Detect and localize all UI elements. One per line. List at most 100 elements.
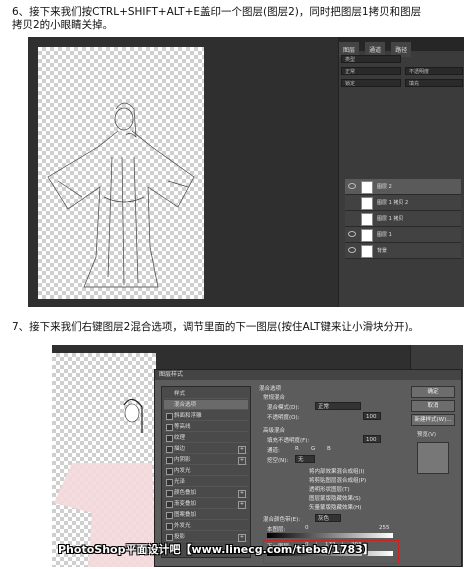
style-item[interactable]: 内发光	[164, 466, 248, 476]
this-layer-gradient-slider[interactable]	[267, 533, 393, 538]
add-icon[interactable]: +	[238, 446, 246, 454]
style-item[interactable]: 图案叠加	[164, 510, 248, 520]
knockout-select[interactable]: 无	[295, 455, 315, 463]
layer-name: 图层 1 拷贝 2	[377, 200, 409, 206]
layer-name: 图层 2	[377, 184, 392, 190]
style-item[interactable]: 描边 +	[164, 444, 248, 454]
layer-row[interactable]: 图层 2	[345, 179, 461, 195]
layer-row[interactable]: 图层 1	[345, 227, 461, 243]
fill-field[interactable]: 填充	[405, 79, 463, 87]
checkbox[interactable]	[166, 523, 173, 530]
knockout-label: 挖空(N):	[267, 458, 289, 464]
opacity-field[interactable]: 100	[363, 412, 381, 420]
checkbox[interactable]	[166, 501, 173, 508]
channel-g[interactable]: G	[311, 446, 315, 452]
style-item-label: 投影	[174, 534, 186, 540]
checkbox[interactable]	[166, 424, 173, 431]
style-item-label: 颜色叠加	[174, 490, 197, 496]
style-item-label: 描边	[174, 446, 186, 452]
blend-mode-select[interactable]: 正常	[315, 402, 361, 410]
blend-mode-select[interactable]: 正常	[341, 67, 401, 75]
option-checkbox[interactable]: 图层蒙版隐藏效果(S)	[309, 494, 361, 502]
style-item[interactable]: 纹理	[164, 433, 248, 443]
checkbox[interactable]	[166, 457, 173, 464]
add-icon[interactable]: +	[238, 490, 246, 498]
style-item[interactable]: 混合选项	[164, 400, 248, 410]
checkbox[interactable]	[166, 512, 173, 519]
step6-line2: 拷贝2的小眼睛关掉。	[12, 19, 114, 31]
style-item[interactable]: 内阴影 +	[164, 455, 248, 465]
section-advanced-blending: 高级混合	[263, 428, 286, 434]
checkbox[interactable]	[166, 468, 173, 475]
this-layer-min: 0	[305, 525, 309, 531]
blend-if-label: 混合颜色带(E):	[263, 517, 301, 523]
eye-icon[interactable]	[348, 247, 356, 253]
step7-line1: 7、接下来我们右键图层2混合选项，调节里面的下一图层(按住ALT键来让小滑块分开…	[12, 321, 420, 333]
layer-row[interactable]: 图层 1 拷贝	[345, 211, 461, 227]
checkbox[interactable]	[166, 435, 173, 442]
cancel-button[interactable]: 取消	[411, 400, 455, 412]
checkbox[interactable]	[166, 479, 173, 486]
opacity-field[interactable]: 不透明度	[405, 67, 463, 75]
fill-opacity-field[interactable]: 100	[363, 435, 381, 443]
style-item-label: 外发光	[174, 523, 191, 529]
layer-row[interactable]: 背景	[345, 243, 461, 259]
document-canvas	[38, 47, 204, 299]
this-layer-max: 255	[379, 525, 390, 531]
style-item[interactable]: 斜面和浮雕	[164, 411, 248, 421]
style-item-label: 光泽	[174, 479, 186, 485]
new-style-button[interactable]: 新建样式(W)...	[411, 414, 455, 426]
checkbox[interactable]	[166, 413, 173, 420]
blend-if-select[interactable]: 灰色	[315, 514, 341, 522]
style-item-label: 内发光	[174, 468, 191, 474]
style-list-header: 样式	[164, 389, 248, 399]
screenshot-layers: 图层 通道 路径 类型 正常 不透明度 锁定 填充 图层 2 图层 1 拷贝 2…	[28, 37, 464, 307]
fill-opacity-label: 填充不透明度(F):	[267, 438, 310, 444]
add-icon[interactable]: +	[238, 457, 246, 465]
style-item[interactable]: 等高线	[164, 422, 248, 432]
add-icon[interactable]: +	[238, 501, 246, 509]
channels-label: 通道:	[267, 448, 280, 454]
eye-icon[interactable]	[348, 231, 356, 237]
screenshot-layer-style: 图层样式 样式 混合选项 斜面和浮雕 等高线 纹理 描边 + 内阴影 + 内发光 光…	[52, 345, 463, 567]
option-checkbox[interactable]: 矢量蒙版隐藏效果(H)	[309, 503, 361, 511]
step6-text: 6、接下来我们按CTRL+SHIFT+ALT+E盖印一个图层(图层2)，同时把图…	[12, 6, 462, 32]
checkbox[interactable]	[166, 490, 173, 497]
style-item-label: 混合选项	[174, 402, 197, 408]
section-blend-options: 混合选项	[259, 386, 282, 392]
style-item-label: 渐变叠加	[174, 501, 197, 507]
style-item-label: 等高线	[174, 424, 191, 430]
this-layer-label: 本图层:	[267, 527, 286, 533]
preview-swatch	[417, 442, 449, 474]
checkbox[interactable]	[166, 446, 173, 453]
layer-name: 背景	[377, 248, 388, 254]
style-list: 样式 混合选项 斜面和浮雕 等高线 纹理 描边 + 内阴影 + 内发光 光泽 颜色叠…	[161, 386, 251, 558]
document-canvas	[52, 353, 156, 567]
layer-name: 图层 1	[377, 232, 392, 238]
figure-colored	[54, 398, 156, 567]
style-item-label: 斜面和浮雕	[174, 413, 202, 419]
style-item[interactable]: 颜色叠加 +	[164, 488, 248, 498]
kind-filter[interactable]: 类型	[341, 55, 401, 63]
layer-thumbnail	[361, 197, 373, 210]
option-checkbox[interactable]: 将内部效果混合成组(I)	[309, 467, 364, 475]
ok-button[interactable]: 确定	[411, 386, 455, 398]
section-general-blending: 常规混合	[263, 395, 286, 401]
checkbox[interactable]	[166, 534, 173, 541]
option-checkbox[interactable]: 透明形状图层(T)	[309, 485, 350, 493]
channel-b[interactable]: B	[327, 446, 331, 452]
layer-style-dialog: 图层样式 样式 混合选项 斜面和浮雕 等高线 纹理 描边 + 内阴影 + 内发光 光…	[154, 369, 462, 567]
option-checkbox[interactable]: 将剪贴图层混合成组(P)	[309, 476, 366, 484]
lock-row[interactable]: 锁定	[341, 79, 401, 87]
channel-r[interactable]: R	[295, 446, 299, 452]
style-item-label: 纹理	[174, 435, 186, 441]
layer-name: 图层 1 拷贝	[377, 216, 404, 222]
layer-thumbnail	[361, 213, 373, 226]
preview-checkbox[interactable]: 预览(V)	[417, 430, 436, 438]
style-item[interactable]: 外发光	[164, 521, 248, 531]
eye-icon[interactable]	[348, 183, 356, 189]
layer-row[interactable]: 图层 1 拷贝 2	[345, 195, 461, 211]
style-item[interactable]: 光泽	[164, 477, 248, 487]
layer-thumbnail	[361, 245, 373, 258]
style-item[interactable]: 渐变叠加 +	[164, 499, 248, 509]
